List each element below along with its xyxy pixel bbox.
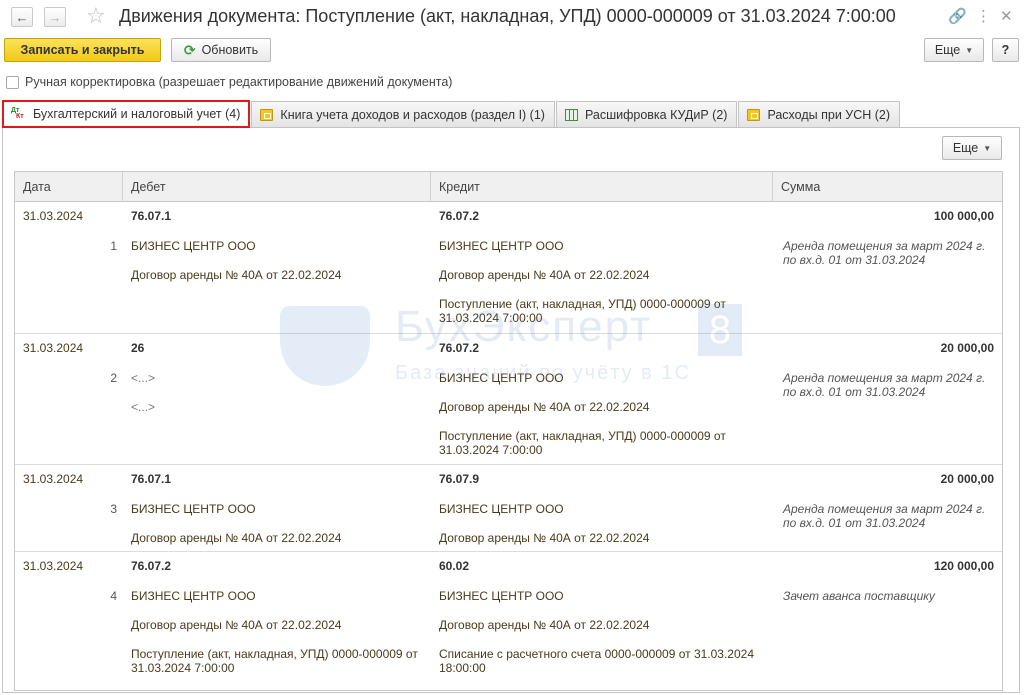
more-label: Еще — [952, 141, 979, 155]
credit-subconto-1: БИЗНЕС ЦЕНТР ООО — [439, 589, 564, 603]
debit-credit-icon: Дт Кт — [11, 107, 24, 120]
favorite-star-icon[interactable]: ☆ — [86, 4, 106, 28]
credit-account: 60.02 — [439, 559, 470, 573]
credit-subconto-1: БИЗНЕС ЦЕНТР ООО — [439, 371, 564, 385]
debit-subconto-2: Договор аренды № 40А от 22.02.2024 — [131, 268, 342, 282]
manual-edit-row: Ручная корректировка (разрешает редактир… — [6, 75, 452, 89]
table-header: Дата Дебет Кредит Сумма — [15, 172, 1002, 202]
posting-sum: 100 000,00 — [933, 209, 994, 223]
debit-subconto-1: <...> — [131, 371, 156, 385]
link-icon[interactable]: 🔗 — [948, 8, 967, 26]
tab-label: Книга учета доходов и расходов (раздел I… — [280, 107, 545, 122]
more-menu-button[interactable]: Еще ▼ — [924, 38, 984, 62]
debit-subconto-2: Договор аренды № 40А от 22.02.2024 — [131, 531, 342, 545]
posting-date: 31.03.2024 — [23, 472, 84, 486]
manual-edit-checkbox[interactable] — [6, 75, 19, 89]
table-row[interactable]: 31.03.2024 2 26 <...> <...> 76.07.2 БИЗН… — [15, 334, 1002, 465]
table-row[interactable]: 31.03.2024 3 76.07.1 БИЗНЕС ЦЕНТР ООО До… — [15, 465, 1002, 552]
debit-subconto-3: Поступление (акт, накладная, УПД) 0000-0… — [131, 647, 418, 675]
credit-subconto-3: Поступление (акт, накладная, УПД) 0000-0… — [439, 429, 726, 457]
refresh-icon: ⟳ — [183, 41, 196, 58]
register-tabs: Дт Кт Бухгалтерский и налоговый учет (4) … — [2, 100, 901, 128]
credit-subconto-2: Договор аренды № 40А от 22.02.2024 — [439, 400, 650, 414]
arrow-right-icon: → — [48, 9, 62, 25]
posting-sum: 20 000,00 — [940, 472, 994, 486]
table-row[interactable]: 31.03.2024 4 76.07.2 БИЗНЕС ЦЕНТР ООО До… — [15, 552, 1002, 684]
posting-date: 31.03.2024 — [23, 209, 84, 223]
debit-subconto-1: БИЗНЕС ЦЕНТР ООО — [131, 239, 256, 253]
title-bar: ← → ☆ Движения документа: Поступление (а… — [0, 0, 1024, 34]
posting-content: Зачет аванса поставщику — [783, 589, 935, 603]
column-header-debit[interactable]: Дебет — [123, 172, 431, 202]
column-header-credit[interactable]: Кредит — [431, 172, 773, 202]
refresh-label: Обновить — [201, 43, 259, 57]
credit-account: 76.07.2 — [439, 209, 480, 223]
tab-usn-expenses[interactable]: Расходы при УСН (2) — [738, 101, 901, 127]
credit-subconto-2: Договор аренды № 40А от 22.02.2024 — [439, 618, 650, 632]
credit-account: 76.07.9 — [439, 472, 480, 486]
debit-account: 76.07.1 — [131, 209, 172, 223]
credit-subconto-2: Договор аренды № 40А от 22.02.2024 — [439, 268, 650, 282]
debit-subconto-1: БИЗНЕС ЦЕНТР ООО — [131, 589, 256, 603]
tab-accounting-tax[interactable]: Дт Кт Бухгалтерский и налоговый учет (4) — [2, 100, 251, 128]
back-button[interactable]: ← — [11, 7, 33, 27]
more-vertical-icon[interactable]: ⋮ — [976, 8, 991, 26]
tab-label: Расходы при УСН (2) — [767, 107, 891, 122]
debit-account: 26 — [131, 341, 145, 355]
column-header-date[interactable]: Дата — [15, 172, 123, 202]
tab-label: Расшифровка КУДиР (2) — [584, 107, 728, 122]
caret-down-icon: ▼ — [983, 143, 992, 153]
table-row[interactable]: 31.03.2024 1 76.07.1 БИЗНЕС ЦЕНТР ООО До… — [15, 202, 1002, 334]
caret-down-icon: ▼ — [965, 45, 974, 55]
posting-number: 1 — [110, 239, 117, 253]
window-title: Движения документа: Поступление (акт, на… — [119, 6, 896, 26]
tab-income-expense-book[interactable]: Книга учета доходов и расходов (раздел I… — [251, 101, 555, 127]
posting-sum: 20 000,00 — [940, 341, 994, 355]
debit-account: 76.07.2 — [131, 559, 172, 573]
posting-content: Аренда помещения за март 2024 г. по вх.д… — [783, 502, 986, 530]
forward-button[interactable]: → — [44, 7, 66, 27]
register-book-icon — [260, 108, 274, 121]
register-book-icon — [747, 108, 761, 121]
posting-number: 2 — [110, 371, 117, 385]
postings-table[interactable]: Дата Дебет Кредит Сумма 31.03.2024 1 76.… — [14, 171, 1003, 691]
debit-subconto-2: Договор аренды № 40А от 22.02.2024 — [131, 618, 342, 632]
debit-account: 76.07.1 — [131, 472, 172, 486]
save-and-close-label: Записать и закрыть — [20, 43, 145, 57]
posting-sum: 120 000,00 — [933, 559, 994, 573]
manual-edit-label[interactable]: Ручная корректировка (разрешает редактир… — [25, 75, 452, 89]
tab-label: Бухгалтерский и налоговый учет (4) — [33, 107, 241, 121]
credit-subconto-1: БИЗНЕС ЦЕНТР ООО — [439, 239, 564, 253]
column-header-sum[interactable]: Сумма — [773, 172, 1002, 202]
credit-account: 76.07.2 — [439, 341, 480, 355]
more-label: Еще — [934, 43, 961, 57]
posting-content: Аренда помещения за март 2024 г. по вх.д… — [783, 371, 986, 399]
table-more-menu-button[interactable]: Еще ▼ — [942, 136, 1002, 160]
save-and-close-button[interactable]: Записать и закрыть — [4, 38, 161, 62]
credit-subconto-2: Договор аренды № 40А от 22.02.2024 — [439, 531, 650, 545]
posting-date: 31.03.2024 — [23, 559, 84, 573]
posting-number: 4 — [110, 589, 117, 603]
close-icon[interactable]: ✕ — [1000, 8, 1013, 26]
credit-subconto-3: Поступление (акт, накладная, УПД) 0000-0… — [439, 297, 726, 325]
credit-subconto-3: Списание с расчетного счета 0000-000009 … — [439, 647, 754, 675]
table-grid-icon — [564, 108, 578, 121]
debit-subconto-1: БИЗНЕС ЦЕНТР ООО — [131, 502, 256, 516]
credit-subconto-1: БИЗНЕС ЦЕНТР ООО — [439, 502, 564, 516]
debit-subconto-2: <...> — [131, 400, 156, 414]
posting-date: 31.03.2024 — [23, 341, 84, 355]
refresh-button[interactable]: ⟳ Обновить — [171, 38, 271, 62]
posting-number: 3 — [110, 502, 117, 516]
posting-content: Аренда помещения за март 2024 г. по вх.д… — [783, 239, 986, 267]
arrow-left-icon: ← — [15, 9, 29, 25]
help-button[interactable]: ? — [992, 38, 1019, 62]
help-label: ? — [1001, 43, 1010, 57]
tab-kudir-breakdown[interactable]: Расшифровка КУДиР (2) — [555, 101, 738, 127]
